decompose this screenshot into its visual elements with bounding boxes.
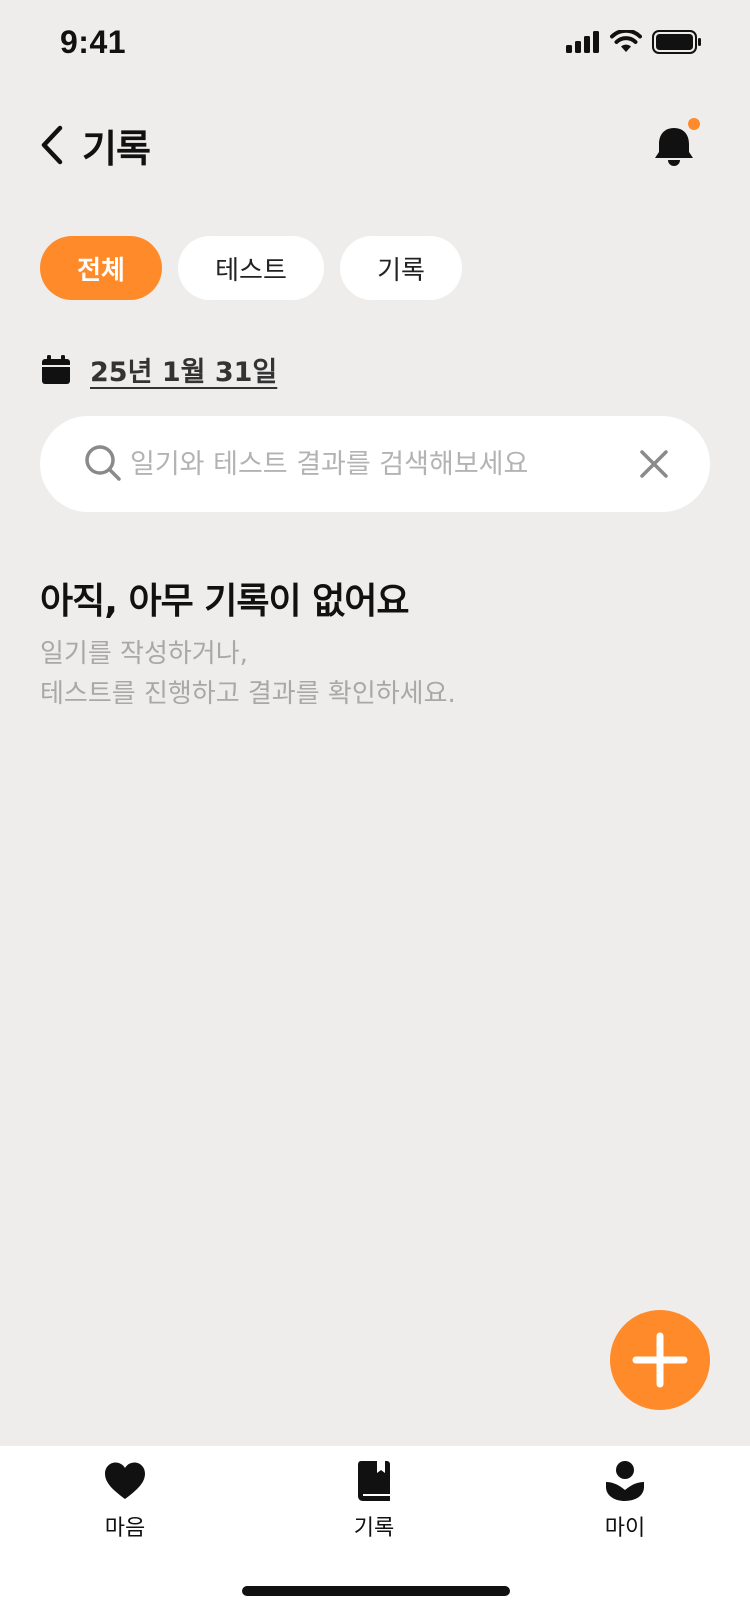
notification-badge	[688, 118, 700, 130]
back-button[interactable]	[32, 120, 72, 170]
filter-chip-record[interactable]: 기록	[340, 236, 462, 300]
empty-state-line-1: 일기를 작성하거나,	[40, 639, 248, 669]
close-icon	[640, 450, 668, 478]
tab-label-heart: 마음	[104, 1516, 146, 1541]
signal-icon	[566, 31, 599, 53]
header: 기록	[0, 110, 750, 180]
search-input[interactable]	[130, 438, 600, 490]
add-button[interactable]	[610, 1310, 710, 1410]
tab-label-my: 마이	[604, 1516, 646, 1541]
filter-chip-all[interactable]: 전체	[40, 236, 162, 300]
tab-record[interactable]: 기록	[314, 1458, 434, 1548]
battery-icon	[652, 30, 701, 54]
filter-chip-test[interactable]: 테스트	[178, 236, 324, 300]
person-icon	[606, 1461, 644, 1501]
status-bar: 9:41	[0, 0, 750, 88]
search-bar	[40, 416, 710, 512]
status-icons	[566, 30, 702, 54]
chevron-left-icon	[41, 125, 63, 165]
page-title: 기록	[82, 127, 151, 171]
home-indicator	[242, 1586, 510, 1596]
date-text: 25년 1월 31일	[90, 357, 278, 388]
calendar-icon	[42, 354, 70, 384]
plus-icon	[632, 1332, 688, 1388]
empty-state-description: 일기를 작성하거나, 테스트를 진행하고 결과를 확인하세요.	[40, 634, 456, 714]
wifi-icon	[610, 30, 642, 52]
tab-label-record: 기록	[353, 1516, 395, 1541]
date-selector[interactable]: 25년 1월 31일	[40, 350, 277, 389]
heart-icon	[105, 1462, 145, 1499]
search-icon	[85, 445, 121, 481]
book-icon	[358, 1461, 390, 1501]
empty-state-title: 아직, 아무 기록이 없어요	[40, 581, 409, 622]
filter-chips: 전체 테스트 기록	[40, 236, 462, 300]
clear-search-button[interactable]	[638, 448, 670, 480]
notification-button[interactable]	[644, 114, 704, 174]
tab-heart[interactable]: 마음	[65, 1458, 185, 1548]
empty-state-line-2: 테스트를 진행하고 결과를 확인하세요.	[40, 679, 456, 709]
records-screen: 9:41 기록 전체 테스트 기록 25년 1월 31일 일기와 테스트 결과를…	[0, 0, 750, 1612]
status-time: 9:41	[60, 24, 127, 60]
tab-my[interactable]: 마이	[565, 1458, 685, 1548]
